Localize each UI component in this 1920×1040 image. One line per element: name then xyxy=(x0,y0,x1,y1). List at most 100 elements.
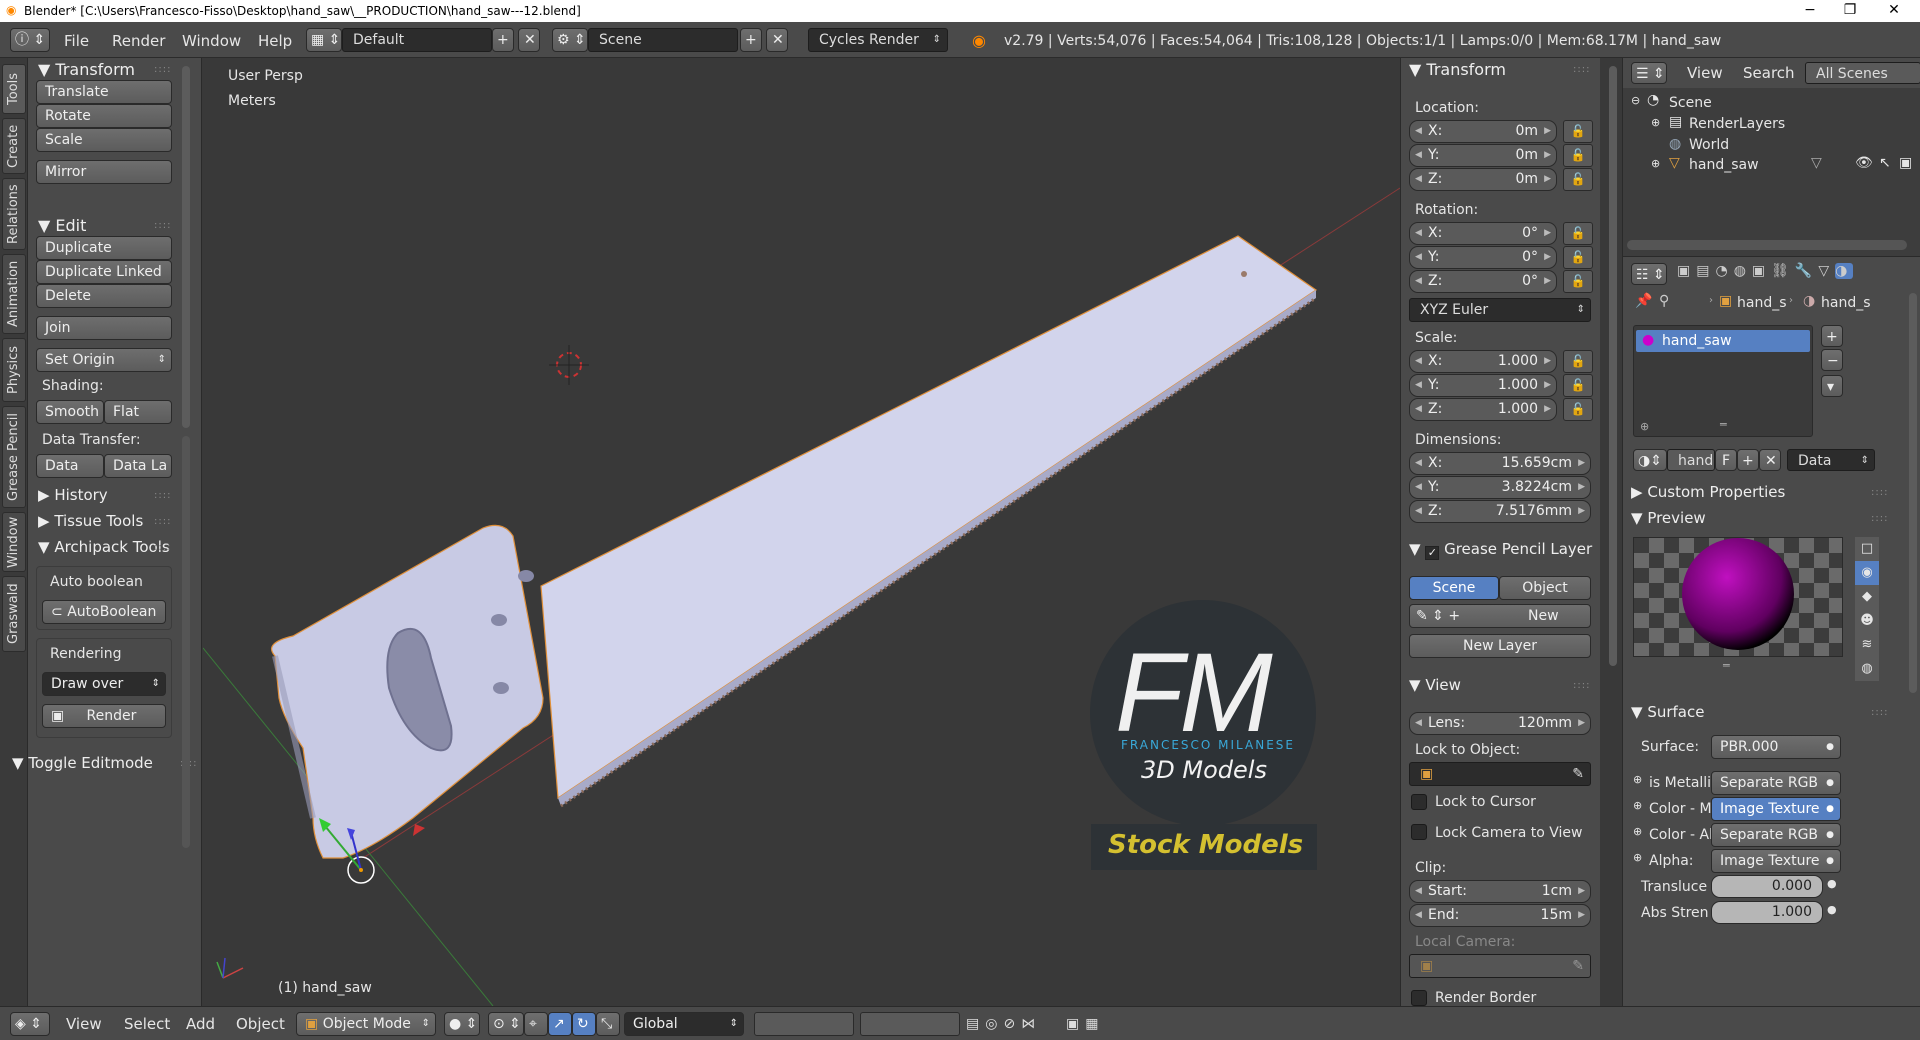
render-engine-select[interactable]: Cycles Render ⇕ xyxy=(808,28,948,52)
auto-boolean-button[interactable]: ⊂ AutoBoolean xyxy=(42,600,166,624)
drag-grip-icon[interactable]: :::: xyxy=(1573,680,1590,691)
fake-user-button[interactable]: F xyxy=(1715,449,1737,471)
tab-grease-pencil[interactable]: Grease Pencil xyxy=(2,406,26,508)
lock-icon[interactable]: 🔓 xyxy=(1563,350,1593,373)
screen-layout-field[interactable]: Default xyxy=(342,28,492,52)
expand-socket-icon[interactable]: ⊕ xyxy=(1633,799,1642,812)
remove-screen-button[interactable]: ✕ xyxy=(518,28,540,52)
lock-icon[interactable]: 🔓 xyxy=(1563,270,1593,293)
rotation-z-field[interactable]: ◀ Z: 0° ▶ xyxy=(1409,270,1557,293)
lock-icon[interactable]: 🔓 xyxy=(1563,120,1593,143)
eyedropper-icon[interactable]: ✎ xyxy=(1572,955,1584,977)
material-name-field[interactable]: hand xyxy=(1667,449,1715,471)
lock-cursor-checkbox[interactable] xyxy=(1411,794,1427,810)
tab-animation[interactable]: Animation xyxy=(2,254,26,334)
rotation-y-field[interactable]: ◀ Y: 0° ▶ xyxy=(1409,246,1557,269)
transform-orientation-select[interactable]: Global ⇕ xyxy=(624,1012,744,1036)
eyedropper-icon[interactable]: ✎ xyxy=(1572,763,1584,785)
scene-field[interactable]: Scene xyxy=(588,28,738,52)
lock-icon[interactable]: 🔓 xyxy=(1563,246,1593,269)
scale-x-field[interactable]: ◀ X: 1.000 ▶ xyxy=(1409,350,1557,373)
npanel-scrollbar[interactable] xyxy=(1609,66,1617,666)
toolshelf-scrollbar-lower[interactable] xyxy=(182,436,190,848)
outliner-search-menu[interactable]: Search xyxy=(1743,64,1795,82)
data-layout-button[interactable]: Data La xyxy=(104,454,172,478)
scale-y-field[interactable]: ◀ Y: 1.000 ▶ xyxy=(1409,374,1557,397)
outliner-item-world[interactable]: World xyxy=(1689,137,1729,153)
n-transform-header[interactable]: ▼ Transform xyxy=(1409,60,1506,79)
expand-icon[interactable]: ⊕ xyxy=(1651,116,1660,129)
lock-icon[interactable]: 🔓 xyxy=(1563,144,1593,167)
rotation-mode-select[interactable]: XYZ Euler ⇕ xyxy=(1409,298,1591,322)
menu-add[interactable]: Add xyxy=(186,1015,215,1033)
clip-start-field[interactable]: ◀ Start: 1cm ▶ xyxy=(1409,880,1591,903)
toggle-editmode-header[interactable]: ▼ Toggle Editmode xyxy=(12,754,153,772)
tab-physics[interactable]: Physics xyxy=(2,338,26,402)
drag-grip-icon[interactable]: :::: xyxy=(154,542,171,553)
socket-icon[interactable]: ● xyxy=(1827,903,1837,916)
3d-cursor-icon[interactable] xyxy=(549,345,589,385)
translate-manipulator-button[interactable]: ↗ xyxy=(548,1012,572,1036)
location-x-field[interactable]: ◀ X: 0m ▶ xyxy=(1409,120,1557,143)
join-button[interactable]: Join xyxy=(36,316,172,340)
minimize-button[interactable]: − xyxy=(1788,0,1832,22)
dimension-y-field[interactable]: ◀ Y: 3.8224cm ▶ xyxy=(1409,476,1591,499)
editor-type-info-button[interactable]: ⓘ ⇕ xyxy=(10,28,50,52)
add-screen-button[interactable]: + xyxy=(492,28,514,52)
render-button[interactable]: ▣ Render xyxy=(42,704,166,728)
add-scene-button[interactable]: + xyxy=(740,28,762,52)
data-transfer-button[interactable]: Data xyxy=(36,454,104,478)
drag-grip-icon[interactable]: :::: xyxy=(154,490,171,501)
outliner-editor-type-button[interactable]: ☰ ⇕ xyxy=(1631,62,1667,84)
checkbox-checked-icon[interactable]: ✓ xyxy=(1425,546,1440,560)
gp-new-layer-button[interactable]: New Layer xyxy=(1409,634,1591,658)
transform-panel-header[interactable]: ▼ Transform xyxy=(38,60,135,79)
menu-object[interactable]: Object xyxy=(236,1015,285,1033)
lens-field[interactable]: ◀ Lens: 120mm ▶ xyxy=(1409,712,1591,735)
drag-grip-icon[interactable]: :::: xyxy=(154,64,171,75)
resize-grip-icon[interactable]: ═ xyxy=(1723,659,1730,672)
alpha-input[interactable]: Image Texture ● xyxy=(1711,849,1841,873)
lock-object-field[interactable]: ▣ ✎ xyxy=(1409,762,1591,786)
eye-icon[interactable]: 👁 xyxy=(1855,155,1873,171)
material-slot-item[interactable]: ● hand_saw xyxy=(1636,330,1810,352)
toolshelf-scrollbar[interactable] xyxy=(182,66,190,428)
render-tools[interactable]: ▣▦ xyxy=(1066,1012,1146,1036)
color-ma-input[interactable]: Image Texture ● xyxy=(1711,797,1841,821)
translucency-slider[interactable]: 0.000 xyxy=(1711,875,1823,898)
render-camera-icon[interactable]: ▣ xyxy=(1899,155,1912,171)
menu-render[interactable]: Render xyxy=(112,32,165,50)
gp-scene-toggle[interactable]: Scene xyxy=(1409,576,1499,600)
drag-grip-icon[interactable]: :::: xyxy=(1871,487,1888,498)
outliner-view-menu[interactable]: View xyxy=(1687,64,1723,82)
material-specials-button[interactable]: ▾ xyxy=(1821,375,1843,397)
outliner-scope-select[interactable]: All Scenes xyxy=(1805,62,1920,84)
viewport-shading-select[interactable]: ● ⇕ xyxy=(444,1012,480,1036)
surface-header[interactable]: ▼ Surface xyxy=(1631,703,1704,721)
location-y-field[interactable]: ◀ Y: 0m ▶ xyxy=(1409,144,1557,167)
menu-view[interactable]: View xyxy=(66,1015,102,1033)
gp-object-toggle[interactable]: Object xyxy=(1499,576,1591,600)
drag-grip-icon[interactable]: :::: xyxy=(1871,707,1888,718)
menu-help[interactable]: Help xyxy=(258,32,292,50)
properties-scrollbar[interactable] xyxy=(1909,293,1917,693)
drag-grip-icon[interactable]: :::: xyxy=(154,220,171,231)
add-small-icon[interactable]: ⊕ xyxy=(1640,420,1649,433)
add-material-slot-button[interactable]: + xyxy=(1821,325,1843,347)
outliner-hscrollbar[interactable] xyxy=(1627,240,1907,250)
clip-end-field[interactable]: ◀ End: 15m ▶ xyxy=(1409,904,1591,927)
is-metallic-input[interactable]: Separate RGB ● xyxy=(1711,771,1841,795)
location-z-field[interactable]: ◀ Z: 0m ▶ xyxy=(1409,168,1557,191)
menu-select[interactable]: Select xyxy=(124,1015,170,1033)
delete-button[interactable]: Delete xyxy=(36,284,172,308)
expand-socket-icon[interactable]: ⊕ xyxy=(1633,825,1642,838)
close-window-button[interactable]: ✕ xyxy=(1872,0,1916,22)
outliner-item-renderlayers[interactable]: RenderLayers xyxy=(1689,116,1785,132)
dimension-z-field[interactable]: ◀ Z: 7.5176mm ▶ xyxy=(1409,500,1591,523)
drag-grip-icon[interactable]: :::: xyxy=(1573,64,1590,75)
tab-create[interactable]: Create xyxy=(2,118,26,174)
editor-type-3d-button[interactable]: ◈ ⇕ xyxy=(10,1012,50,1036)
layer-buttons-a[interactable] xyxy=(754,1012,854,1036)
maximize-button[interactable]: ❐ xyxy=(1828,0,1872,22)
tab-graswald[interactable]: Graswald xyxy=(2,576,26,652)
